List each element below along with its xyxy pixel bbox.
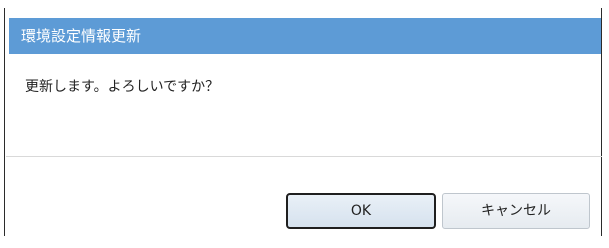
ok-button[interactable]: OK: [286, 193, 436, 229]
dialog-message: 更新します。よろしいですか？: [25, 79, 220, 95]
dialog-divider: [6, 156, 602, 157]
dialog-titlebar: 環境設定情報更新: [9, 18, 601, 54]
dialog-title: 環境設定情報更新: [21, 27, 142, 45]
confirm-dialog: 環境設定情報更新 更新します。よろしいですか？ OK キャンセル: [4, 8, 602, 236]
cancel-button[interactable]: キャンセル: [442, 193, 590, 229]
